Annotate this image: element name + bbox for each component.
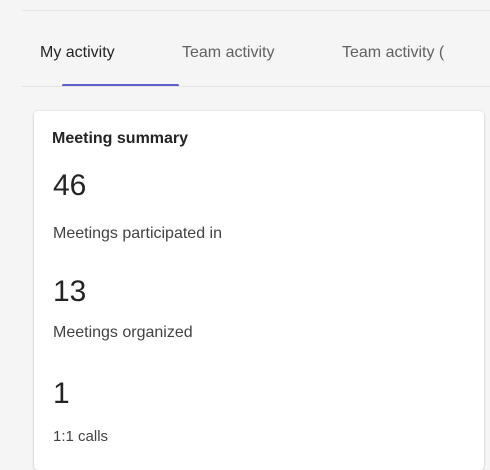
active-tab-indicator [62,84,179,86]
meetings-participated-label: Meetings participated in [53,225,222,242]
meetings-organized-value: 13 [53,275,87,308]
meeting-summary-card: Meeting summary 46 Meetings participated… [34,111,484,470]
one-on-one-calls-label: 1:1 calls [53,428,109,445]
meetings-participated-value: 46 [53,169,87,202]
tab-team-activity-overflow[interactable]: Team activity ( [342,43,444,63]
meetings-organized-label: Meetings organized [53,324,193,341]
tab-team-activity[interactable]: Team activity [182,43,274,63]
tab-bar: My activity Team activity Team activity … [22,11,490,87]
one-on-one-calls-value: 1 [53,377,70,410]
app-frame: My activity Team activity Team activity … [0,0,490,470]
tab-my-activity[interactable]: My activity [40,43,115,63]
card-title: Meeting summary [52,130,189,147]
